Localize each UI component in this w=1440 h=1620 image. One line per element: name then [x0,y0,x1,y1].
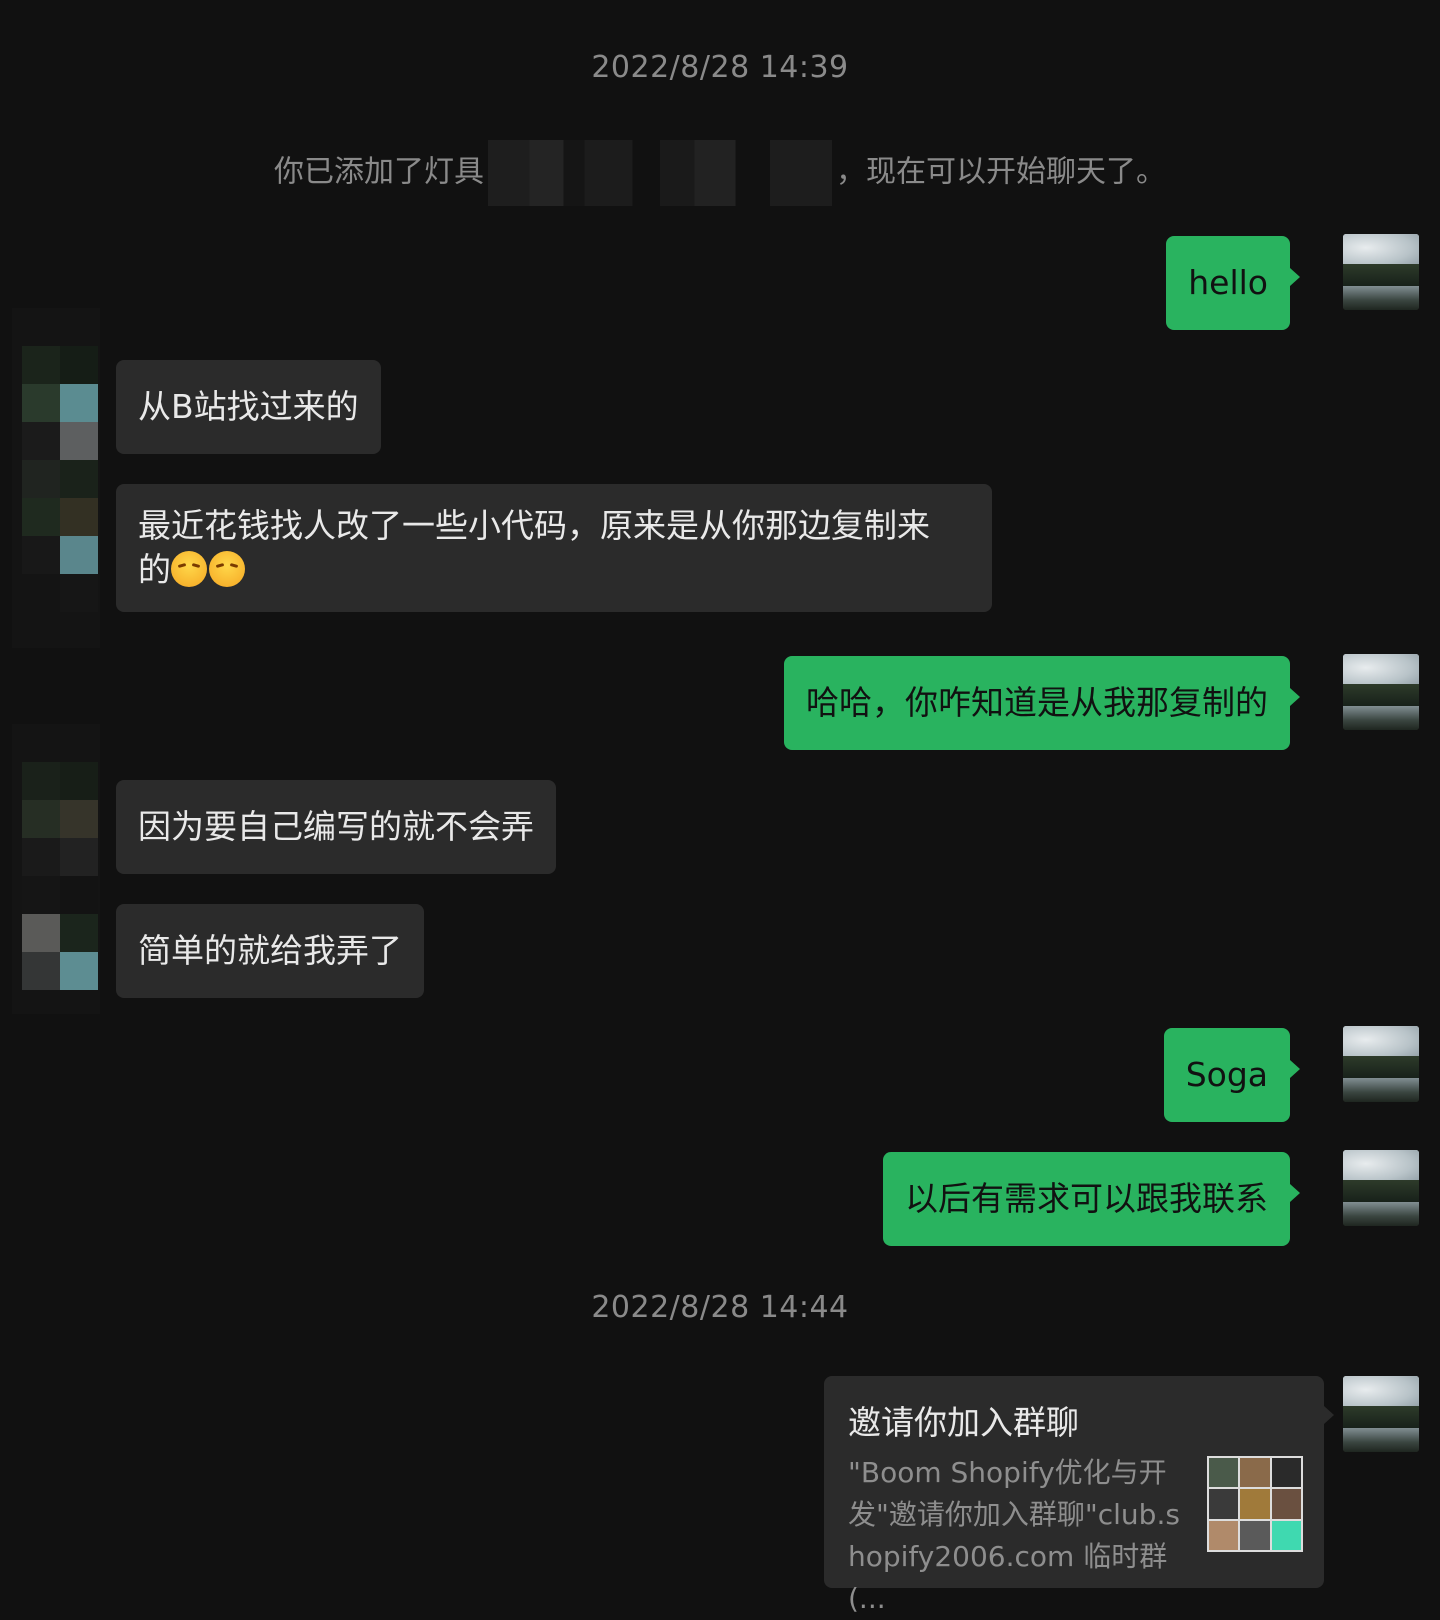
message-bubble-incoming[interactable]: 从B站找过来的 [116,360,381,454]
blurred-contact-name [488,140,832,206]
self-avatar[interactable] [1343,234,1419,310]
invite-desc-line: "Boom Shopify优化与开 [848,1456,1167,1489]
invite-card-description: "Boom Shopify优化与开 发"邀请你加入群聊"club.s hopif… [848,1452,1188,1620]
other-avatar-pixelated[interactable] [12,724,100,1014]
invite-desc-line: hopify2006.com 临时群 (... [848,1540,1168,1615]
timestamp: 2022/8/28 14:44 [591,1290,849,1325]
other-avatar-pixelated[interactable] [12,308,100,648]
sleepy-face-emoji-icon [209,551,245,587]
message-bubble-outgoing[interactable]: Soga [1163,1028,1301,1122]
timestamp: 2022/8/28 14:39 [591,50,849,85]
message-bubble-outgoing[interactable]: 哈哈，你咋知道是从我那复制的 [784,656,1300,750]
message-bubble-incoming[interactable]: 因为要自己编写的就不会弄 [116,780,556,874]
invite-desc-line: 发"邀请你加入群聊"club.s [848,1498,1180,1531]
group-invite-card[interactable]: 邀请你加入群聊 "Boom Shopify优化与开 发"邀请你加入群聊"club… [824,1376,1334,1615]
message-line: 的 [138,548,970,592]
self-avatar[interactable] [1343,1026,1419,1102]
self-avatar[interactable] [1343,1150,1419,1226]
self-avatar[interactable] [1343,1376,1419,1452]
system-message-prefix: 你已添加了灯具 [274,154,484,190]
message-bubble-outgoing[interactable]: 以后有需求可以跟我联系 [883,1152,1300,1246]
message-line-end: 的 [138,550,171,589]
group-members-thumbnail-icon [1207,1456,1303,1552]
invite-card-title: 邀请你加入群聊 [848,1403,1079,1442]
message-bubble-incoming[interactable]: 简单的就给我弄了 [116,904,424,998]
self-avatar[interactable] [1343,654,1419,730]
message-bubble-outgoing[interactable]: hello [1166,236,1300,330]
sleepy-face-emoji-icon [171,551,207,587]
system-message-suffix: ，现在可以开始聊天了。 [836,154,1166,190]
system-message: 你已添加了灯具 ，现在可以开始聊天了。 [0,140,1440,206]
message-line: 最近花钱找人改了一些小代码，原来是从你那边复制来 [138,506,930,545]
message-bubble-incoming[interactable]: 最近花钱找人改了一些小代码，原来是从你那边复制来 的 [116,484,992,612]
